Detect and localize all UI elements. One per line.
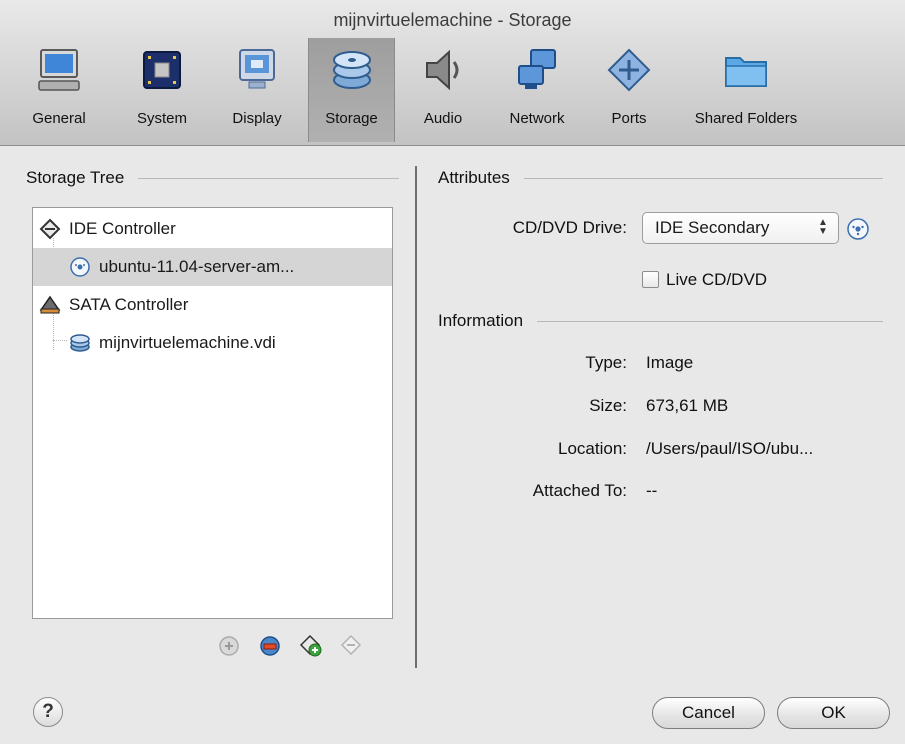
storage-tree-toolbar: [217, 634, 381, 658]
information-title: Information: [438, 311, 524, 330]
toolbar-label: Ports: [611, 110, 647, 127]
add-controller-icon[interactable]: [217, 634, 241, 658]
ports-icon: [607, 48, 651, 92]
toolbar-label: General: [32, 110, 86, 127]
location-label: Location:: [558, 439, 627, 458]
motherboard-icon: [143, 51, 181, 89]
tree-item-ide-controller[interactable]: IDE Controller: [33, 210, 392, 248]
attached-to-value: --: [646, 481, 658, 500]
help-button[interactable]: ?: [33, 697, 63, 727]
toolbar-storage[interactable]: Storage: [308, 38, 395, 142]
toolbar-label: System: [136, 110, 187, 127]
tree-item-hard-disk[interactable]: mijnvirtuelemachine.vdi: [33, 324, 392, 362]
remove-attachment-icon[interactable]: [340, 634, 364, 658]
toolbar-label: Shared Folders: [694, 110, 798, 127]
header-divider: [537, 320, 883, 322]
select-arrows-icon: ▲ ▼: [818, 217, 828, 237]
attributes-header: Attributes: [438, 168, 883, 188]
monitor-icon: [239, 49, 275, 89]
header-divider: [138, 177, 399, 179]
header-divider: [523, 177, 883, 179]
attributes-title: Attributes: [438, 168, 510, 187]
toolbar-network[interactable]: Network: [494, 38, 580, 142]
add-attachment-icon[interactable]: [299, 634, 323, 658]
size-value: 673,61 MB: [646, 396, 729, 415]
tree-item-label: IDE Controller: [69, 219, 176, 238]
cd-dvd-drive-select[interactable]: IDE Secondary ▲ ▼: [642, 212, 839, 244]
cd-dvd-icon: [70, 257, 90, 277]
storage-tree[interactable]: IDE Controller ubuntu-11.04-server-am...…: [32, 207, 393, 619]
tree-item-sata-controller[interactable]: SATA Controller: [33, 286, 392, 324]
cd-dvd-drive-value: IDE Secondary: [655, 218, 770, 237]
information-header: Information: [438, 311, 883, 331]
toolbar-label: Storage: [325, 110, 378, 127]
attached-to-label: Attached To:: [532, 481, 627, 500]
type-value: Image: [646, 353, 694, 372]
toolbar-label: Audio: [423, 110, 463, 127]
ok-button[interactable]: OK: [777, 697, 890, 729]
network-icon: [518, 49, 556, 89]
storage-settings-window: mijnvirtuelemachine - Storage General Sy…: [0, 0, 905, 744]
storage-tree-header: Storage Tree: [26, 168, 399, 188]
cd-dvd-drive-label: CD/DVD Drive:: [512, 218, 627, 237]
tree-item-cd-image[interactable]: ubuntu-11.04-server-am...: [33, 248, 392, 286]
storage-disks-icon: [332, 51, 371, 89]
tree-item-label: SATA Controller: [69, 295, 189, 314]
cancel-button[interactable]: Cancel: [652, 697, 765, 729]
tree-item-label: ubuntu-11.04-server-am...: [99, 257, 295, 276]
toolbar-label: Network: [509, 110, 565, 127]
toolbar-general[interactable]: General: [22, 38, 96, 142]
storage-tree-title: Storage Tree: [26, 168, 125, 187]
location-value: /Users/paul/ISO/ubu...: [646, 439, 814, 458]
window-title: mijnvirtuelemachine - Storage: [333, 10, 572, 30]
live-cd-dvd-label: Live CD/DVD: [666, 270, 768, 289]
speaker-icon: [426, 49, 459, 91]
folder-icon: [725, 57, 767, 87]
toolbar-audio[interactable]: Audio: [407, 38, 479, 142]
sata-controller-icon: [39, 295, 61, 314]
choose-disk-image-icon[interactable]: [846, 217, 870, 241]
toolbar-display[interactable]: Display: [218, 38, 296, 142]
live-cd-dvd-checkbox[interactable]: [642, 271, 659, 288]
ide-controller-icon: [39, 218, 61, 240]
toolbar-label: Display: [232, 110, 282, 127]
hard-disk-icon: [70, 334, 90, 352]
computer-icon: [38, 49, 80, 91]
toolbar: mijnvirtuelemachine - Storage General Sy…: [0, 0, 905, 146]
panel-divider: [415, 166, 417, 668]
toolbar-system[interactable]: System: [124, 38, 200, 142]
size-label: Size:: [589, 396, 627, 415]
toolbar-ports[interactable]: Ports: [597, 38, 661, 142]
tree-item-label: mijnvirtuelemachine.vdi: [99, 333, 276, 352]
toolbar-shared-folders[interactable]: Shared Folders: [672, 38, 820, 142]
remove-controller-icon[interactable]: [258, 634, 282, 658]
type-label: Type:: [585, 353, 627, 372]
